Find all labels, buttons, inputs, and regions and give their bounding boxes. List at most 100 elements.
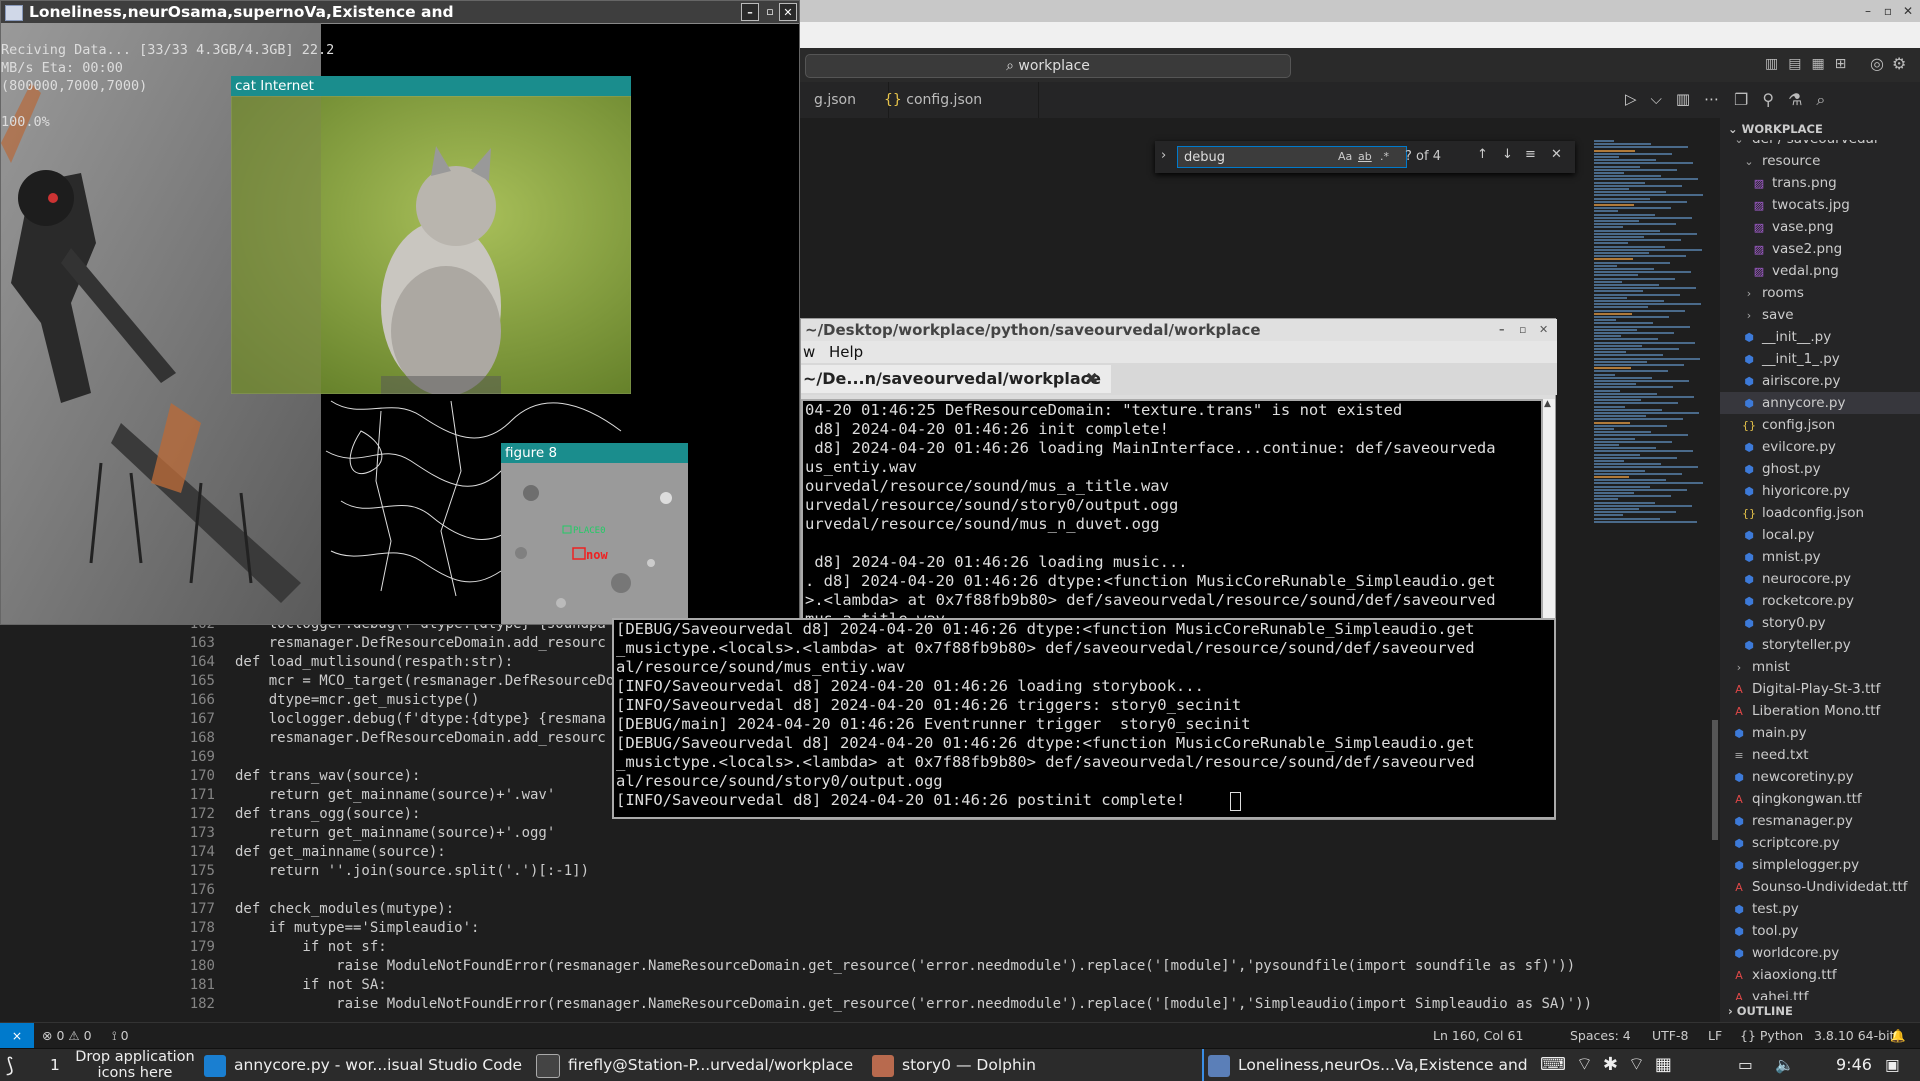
explorer-file[interactable]: ⬢ newcoretiny.py <box>1720 766 1920 788</box>
close-find-icon[interactable]: ✕ <box>1551 147 1562 162</box>
figure-window[interactable]: figure 8 PLACE0 now <box>501 443 688 624</box>
volume-icon[interactable]: 🔈 <box>1775 1049 1794 1081</box>
language-mode[interactable]: {} Python <box>1740 1023 1803 1049</box>
explorer-file[interactable]: ⬢ ghost.py <box>1720 458 1920 480</box>
ports-indicator[interactable]: ⟟ 0 <box>112 1023 129 1049</box>
maximize-icon[interactable]: ▫ <box>1880 3 1896 19</box>
minimize-button[interactable]: – <box>741 3 759 21</box>
menu-help[interactable]: Help <box>829 341 863 363</box>
explorer-file[interactable]: ⬢ evilcore.py <box>1720 436 1920 458</box>
loneliness-titlebar[interactable]: Loneliness,neurOsama,supernoVa,Existence… <box>1 1 799 24</box>
explorer-file[interactable]: ⬢ mnist.py <box>1720 546 1920 568</box>
explorer-file[interactable]: ▨ vedal.png <box>1720 260 1920 282</box>
explorer-file[interactable]: {} config.json <box>1720 414 1920 436</box>
indentation[interactable]: Spaces: 4 <box>1570 1023 1631 1049</box>
terminal-tab[interactable]: ~/De...n/saveourvedal/workplace ✖ <box>801 365 1111 393</box>
explorer-file[interactable]: ▨ twocats.jpg <box>1720 194 1920 216</box>
outline-header[interactable]: › OUTLINE <box>1728 1004 1793 1018</box>
next-match-icon[interactable]: ↓ <box>1502 147 1513 162</box>
explorer-file[interactable]: ⬢ __init_1_.py <box>1720 348 1920 370</box>
clipboard-icon[interactable]: ▭ <box>1738 1049 1753 1081</box>
close-tab-icon[interactable]: ✖ <box>1085 365 1098 393</box>
line-ending[interactable]: LF <box>1708 1023 1722 1049</box>
problems-indicator[interactable]: ⊗ 0 ⚠ 0 <box>42 1023 92 1049</box>
cat-window[interactable]: cat Internet <box>231 76 631 394</box>
find-in-selection-icon[interactable]: ≡ <box>1525 147 1536 162</box>
cat-window-titlebar[interactable]: cat Internet <box>231 76 631 96</box>
explorer-folder[interactable]: ⌄ resource <box>1720 150 1920 172</box>
explorer-file[interactable]: ▨ vase.png <box>1720 216 1920 238</box>
task-vscode[interactable]: annycore.py - wor...isual Studio Code <box>204 1049 524 1081</box>
explorer-file[interactable]: ⬢ resmanager.py <box>1720 810 1920 832</box>
remote-icon[interactable]: ⨯ <box>0 1023 34 1049</box>
code-line[interactable]: 176 <box>160 881 1600 900</box>
terminal-output-visible-left[interactable]: [DEBUG/Saveourvedal d8] 2024-04-20 01:46… <box>612 618 1556 819</box>
explorer-file[interactable]: ⬢ local.py <box>1720 524 1920 546</box>
workspace-switcher[interactable]: 1 <box>50 1049 60 1081</box>
minimize-icon[interactable]: – <box>1499 319 1505 341</box>
explorer-file[interactable]: A Liberation Mono.ttf <box>1720 700 1920 722</box>
match-case-toggle[interactable]: Aa <box>1338 150 1352 163</box>
app-launcher-icon[interactable]: ⟆ <box>6 1049 14 1081</box>
command-center-search[interactable]: ⌕ workplace <box>805 54 1291 78</box>
close-icon[interactable]: ✕ <box>1539 319 1548 341</box>
minimize-icon[interactable]: – <box>1860 3 1876 19</box>
explorer-file[interactable]: Axiaoxiong.ttf <box>1720 964 1920 986</box>
explorer-file[interactable]: A Digital-Play-St-3.ttf <box>1720 678 1920 700</box>
explorer-file[interactable]: ⬢ worldcore.py <box>1720 942 1920 964</box>
tab-config-json[interactable]: {} config.json <box>870 82 1039 118</box>
code-line[interactable]: 180 raise ModuleNotFoundError(resmanager… <box>160 957 1600 976</box>
explorer-file[interactable]: ⬢ scriptcore.py <box>1720 832 1920 854</box>
regex-toggle[interactable]: .* <box>1380 150 1389 163</box>
explorer-file[interactable]: ⬢ storyteller.py <box>1720 634 1920 656</box>
explorer-file[interactable]: ▨ trans.png <box>1720 172 1920 194</box>
scroll-up-icon[interactable]: ▲ <box>1544 399 1551 409</box>
minimap[interactable] <box>1590 140 1710 530</box>
explorer-file[interactable]: ⬢ tool.py <box>1720 920 1920 942</box>
find-input[interactable]: debug <box>1177 146 1407 168</box>
layout-toggle-icons[interactable]: ▥▤▦⊞ <box>1765 56 1856 72</box>
explorer-file[interactable]: A Sounso-Undividedat.ttf <box>1720 876 1920 898</box>
figure-window-titlebar[interactable]: figure 8 <box>501 443 688 463</box>
maximize-button[interactable]: ▫ <box>761 3 779 21</box>
menu-view[interactable]: w <box>803 341 815 363</box>
explorer-file[interactable]: ≡ need.txt <box>1720 744 1920 766</box>
explorer-file[interactable]: ⬢ __init__.py <box>1720 326 1920 348</box>
code-line[interactable]: 181 if not SA: <box>160 976 1600 995</box>
whole-word-toggle[interactable]: ab <box>1358 150 1372 163</box>
explorer-folder[interactable]: › rooms <box>1720 282 1920 304</box>
python-interpreter[interactable]: 3.8.10 64-bit <box>1814 1023 1894 1049</box>
explorer-file[interactable]: ⬢ rocketcore.py <box>1720 590 1920 612</box>
show-desktop-icon[interactable]: ▣ <box>1885 1049 1900 1081</box>
task-dolphin[interactable]: story0 — Dolphin <box>872 1049 1172 1081</box>
close-icon[interactable]: ✕ <box>1900 3 1916 19</box>
account-icon[interactable]: ◎⚙ <box>1870 54 1914 73</box>
explorer-folder[interactable]: ⌄def / saveourvedal <box>1720 140 1920 150</box>
explorer-file[interactable]: Aqingkongwan.ttf <box>1720 788 1920 810</box>
code-line[interactable]: 173 return get_mainname(source)+'.ogg' <box>160 824 1600 843</box>
explorer-file[interactable]: ⬢ test.py <box>1720 898 1920 920</box>
explorer-file[interactable]: Ayahei.ttf <box>1720 986 1920 1000</box>
previous-match-icon[interactable]: ↑ <box>1477 147 1488 162</box>
editor-actions[interactable]: ▷⌵▥⋯ <box>1625 90 1733 108</box>
code-line[interactable]: 179 if not sf: <box>160 938 1600 957</box>
activity-icons[interactable]: ❐⚲⚗⌕ <box>1720 82 1920 118</box>
explorer-file[interactable]: ⬢ neurocore.py <box>1720 568 1920 590</box>
editor-scrollbar[interactable] <box>1712 720 1718 840</box>
encoding[interactable]: UTF-8 <box>1652 1023 1688 1049</box>
toggle-replace-icon[interactable]: › <box>1161 148 1166 163</box>
maximize-icon[interactable]: ▫ <box>1519 319 1526 341</box>
explorer-file[interactable]: ⬢ story0.py <box>1720 612 1920 634</box>
cursor-position[interactable]: Ln 160, Col 61 <box>1433 1023 1523 1049</box>
code-line[interactable]: 182 raise ModuleNotFoundError(resmanager… <box>160 995 1600 1014</box>
clock[interactable]: 9:46 <box>1836 1049 1872 1081</box>
explorer-folder[interactable]: › mnist <box>1720 656 1920 678</box>
explorer-file[interactable]: ⬢ simplelogger.py <box>1720 854 1920 876</box>
task-loneliness[interactable]: Loneliness,neurOs...Va,Existence and <box>1202 1049 1538 1081</box>
code-line[interactable]: 178 if mutype=='Simpleaudio': <box>160 919 1600 938</box>
explorer-file[interactable]: ▨ vase2.png <box>1720 238 1920 260</box>
close-button[interactable]: ✕ <box>779 3 797 21</box>
explorer-file[interactable]: {} loadconfig.json <box>1720 502 1920 524</box>
explorer-file[interactable]: ⬢ annycore.py <box>1720 392 1920 414</box>
system-tray-icons[interactable]: ⌨⌔✱⌔▦ <box>1540 1049 1682 1081</box>
